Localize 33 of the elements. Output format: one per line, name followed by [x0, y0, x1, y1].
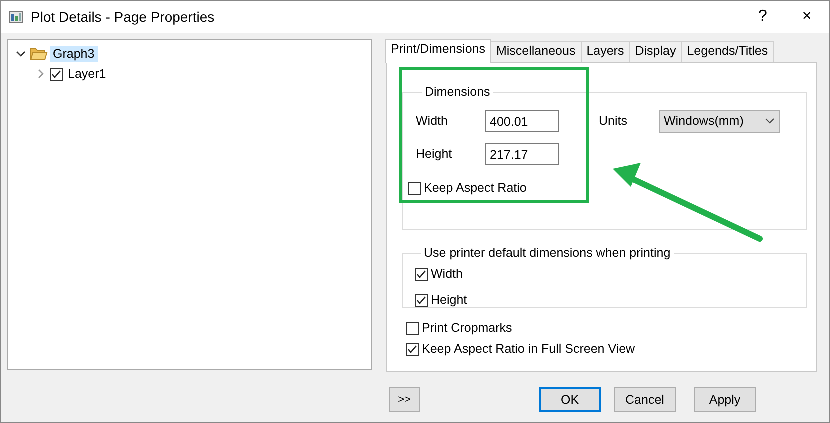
- close-button[interactable]: ×: [785, 8, 829, 26]
- checkbox[interactable]: [406, 342, 419, 356]
- width-label: Width: [416, 114, 449, 128]
- group-title: Dimensions: [424, 85, 492, 99]
- checkbox[interactable]: [415, 294, 428, 306]
- expand-button[interactable]: >>: [389, 387, 420, 412]
- height-label: Height: [416, 147, 454, 161]
- units-label: Units: [599, 114, 628, 128]
- checkbox[interactable]: [50, 68, 63, 80]
- folder-icon: [30, 47, 48, 61]
- window-title: Plot Details - Page Properties: [31, 9, 216, 25]
- checkbox-label: Keep Aspect Ratio: [424, 181, 527, 195]
- dialog-button[interactable]: Apply: [694, 387, 756, 412]
- help-button[interactable]: ?: [741, 8, 785, 26]
- checkbox-label: Height: [431, 293, 468, 307]
- dialog-button[interactable]: Cancel: [614, 387, 676, 412]
- checkbox[interactable]: [415, 268, 428, 280]
- width-field[interactable]: 400.01: [485, 110, 559, 132]
- checkbox[interactable]: [406, 322, 419, 334]
- checkbox-label: Width: [431, 267, 463, 281]
- checkbox-label: Keep Aspect Ratio in Full Screen View: [422, 342, 636, 356]
- group-title: Use printer default dimensions when printing: [423, 246, 672, 260]
- units-dropdown[interactable]: Windows(mm): [659, 110, 780, 132]
- dialog-button[interactable]: OK: [539, 387, 601, 412]
- checkbox[interactable]: [408, 182, 421, 194]
- checkbox-label: Print Cropmarks: [422, 321, 512, 335]
- height-field[interactable]: 217.17: [485, 143, 559, 165]
- app-icon: [9, 11, 23, 23]
- chevron-down-icon: [765, 118, 775, 124]
- tree-item[interactable]: Graph3: [50, 46, 98, 62]
- tab[interactable]: Legends/Titles: [681, 41, 774, 62]
- tree-item[interactable]: Layer1: [65, 66, 110, 82]
- tab[interactable]: Print/Dimensions: [385, 39, 492, 63]
